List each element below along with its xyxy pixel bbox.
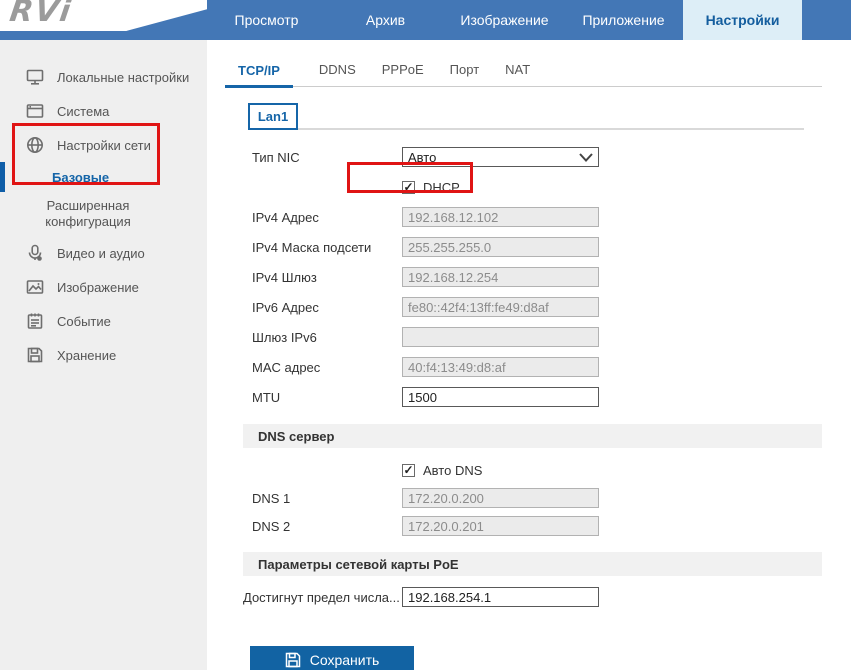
sidebar-item-system[interactable]: Система xyxy=(0,94,207,128)
topbar-filler xyxy=(802,0,851,40)
save-floppy-icon xyxy=(285,652,301,668)
poe-limit-input[interactable] xyxy=(402,587,599,607)
sidebar-subitem-advanced[interactable]: Расширенная конфигурация xyxy=(8,192,168,236)
microphone-icon xyxy=(26,244,44,262)
ipv4-mask-label: IPv4 Маска подсети xyxy=(252,240,402,255)
auto-dns-checkbox[interactable]: ✓ xyxy=(402,464,415,477)
brand-logo: RVi xyxy=(8,0,75,29)
dns1-label: DNS 1 xyxy=(252,491,402,506)
dhcp-row: ✓ DHCP xyxy=(225,172,822,202)
save-button-label: Сохранить xyxy=(310,652,380,668)
mtu-row: MTU xyxy=(252,382,822,412)
sidebar-item-label: Хранение xyxy=(57,348,116,363)
ipv6-address-input xyxy=(402,297,599,317)
sidebar-subitem-basic[interactable]: Базовые xyxy=(0,162,207,192)
content-area: TCP/IP DDNS PPPoE Порт NAT Lan1 Тип NIC … xyxy=(207,40,851,670)
sidebar-item-event[interactable]: Событие xyxy=(0,304,207,338)
top-bar: Просмотр Архив Изображение Приложение На… xyxy=(0,0,851,40)
sidebar-item-label: Изображение xyxy=(57,280,139,295)
ipv6-address-label: IPv6 Адрес xyxy=(252,300,402,315)
monitor-icon xyxy=(26,68,44,86)
mtu-label: MTU xyxy=(252,390,402,405)
lan1-tab[interactable]: Lan1 xyxy=(248,103,298,130)
logo-plate: RVi xyxy=(0,0,207,31)
auto-dns-row: ✓ Авто DNS xyxy=(225,456,822,484)
auto-dns-label[interactable]: Авто DNS xyxy=(423,463,482,478)
ipv6-gateway-row: Шлюз IPv6 xyxy=(252,322,822,352)
ipv4-mask-input xyxy=(402,237,599,257)
sidebar-item-label: Локальные настройки xyxy=(57,70,189,85)
window-icon xyxy=(26,102,44,120)
page: Просмотр Архив Изображение Приложение На… xyxy=(0,0,851,670)
sidebar-item-label: Система xyxy=(57,104,109,119)
image-icon xyxy=(26,278,44,296)
globe-icon xyxy=(26,136,44,154)
event-icon xyxy=(26,312,44,330)
active-item-indicator xyxy=(0,162,5,192)
sidebar-item-label: Настройки сети xyxy=(57,138,151,153)
dhcp-checkbox[interactable]: ✓ xyxy=(402,181,415,194)
ipv6-gateway-input xyxy=(402,327,599,347)
mac-address-row: MAC адрес xyxy=(252,352,822,382)
dns1-input xyxy=(402,488,599,508)
content-tabs: TCP/IP DDNS PPPoE Порт NAT xyxy=(225,55,822,87)
sidebar-item-network-settings[interactable]: Настройки сети xyxy=(0,128,207,162)
lan-tab-row: Lan1 xyxy=(225,103,822,130)
lan-tab-baseline xyxy=(298,128,804,130)
ipv4-address-input xyxy=(402,207,599,227)
ipv4-gateway-label: IPv4 Шлюз xyxy=(252,270,402,285)
mtu-input[interactable] xyxy=(402,387,599,407)
ipv4-address-row: IPv4 Адрес xyxy=(252,202,822,232)
ipv6-address-row: IPv6 Адрес xyxy=(252,292,822,322)
sidebar-item-storage[interactable]: Хранение xyxy=(0,338,207,372)
tab-nat[interactable]: NAT xyxy=(505,62,530,86)
nav-tab-settings[interactable]: Настройки xyxy=(683,0,802,40)
tab-port[interactable]: Порт xyxy=(450,62,479,86)
nic-type-label: Тип NIC xyxy=(252,150,402,165)
nav-tab-application[interactable]: Приложение xyxy=(564,0,683,40)
poe-limit-label: Достигнут предел числа... xyxy=(243,590,402,605)
sidebar-item-label: Событие xyxy=(57,314,111,329)
dns2-label: DNS 2 xyxy=(252,519,402,534)
ipv4-mask-row: IPv4 Маска подсети xyxy=(252,232,822,262)
nic-type-select[interactable]: Авто xyxy=(402,147,599,167)
dns2-row: DNS 2 xyxy=(252,512,822,540)
storage-icon xyxy=(26,346,44,364)
tab-pppoe[interactable]: PPPoE xyxy=(382,62,424,86)
check-icon: ✓ xyxy=(403,181,413,193)
poe-section-header: Параметры сетевой карты PoE xyxy=(243,552,822,576)
nic-type-row: Тип NIC Авто xyxy=(252,142,822,172)
sidebar: Локальные настройки Система Настройки се… xyxy=(0,40,207,670)
sidebar-item-video-audio[interactable]: Видео и аудио xyxy=(0,236,207,270)
tab-ddns[interactable]: DDNS xyxy=(319,62,356,86)
tcpip-form: Тип NIC Авто ✓ DHCP IPv4 Адрес IPv xyxy=(225,142,822,412)
ipv4-gateway-row: IPv4 Шлюз xyxy=(252,262,822,292)
nav-tab-image[interactable]: Изображение xyxy=(445,0,564,40)
tab-tcpip[interactable]: TCP/IP xyxy=(225,63,293,88)
top-navigation: Просмотр Архив Изображение Приложение На… xyxy=(207,0,851,40)
dns2-input xyxy=(402,516,599,536)
nav-tab-preview[interactable]: Просмотр xyxy=(207,0,326,40)
poe-limit-row: Достигнут предел числа... xyxy=(243,586,822,608)
sidebar-item-local-settings[interactable]: Локальные настройки xyxy=(0,60,207,94)
check-icon: ✓ xyxy=(403,464,413,476)
mac-address-label: MAC адрес xyxy=(252,360,402,375)
dns-section-header: DNS сервер xyxy=(243,424,822,448)
sidebar-subitem-label: Базовые xyxy=(52,170,109,185)
ipv6-gateway-label: Шлюз IPv6 xyxy=(252,330,402,345)
sidebar-item-label: Видео и аудио xyxy=(57,246,145,261)
dns1-row: DNS 1 xyxy=(252,484,822,512)
save-button[interactable]: Сохранить xyxy=(250,646,414,670)
ipv4-gateway-input xyxy=(402,267,599,287)
ipv4-address-label: IPv4 Адрес xyxy=(252,210,402,225)
sidebar-item-image[interactable]: Изображение xyxy=(0,270,207,304)
nav-tab-archive[interactable]: Архив xyxy=(326,0,445,40)
dhcp-label[interactable]: DHCP xyxy=(423,180,460,195)
nic-type-value: Авто xyxy=(408,150,579,165)
chevron-down-icon xyxy=(579,153,593,162)
mac-address-input xyxy=(402,357,599,377)
dns-section: ✓ Авто DNS DNS 1 DNS 2 xyxy=(225,456,822,540)
